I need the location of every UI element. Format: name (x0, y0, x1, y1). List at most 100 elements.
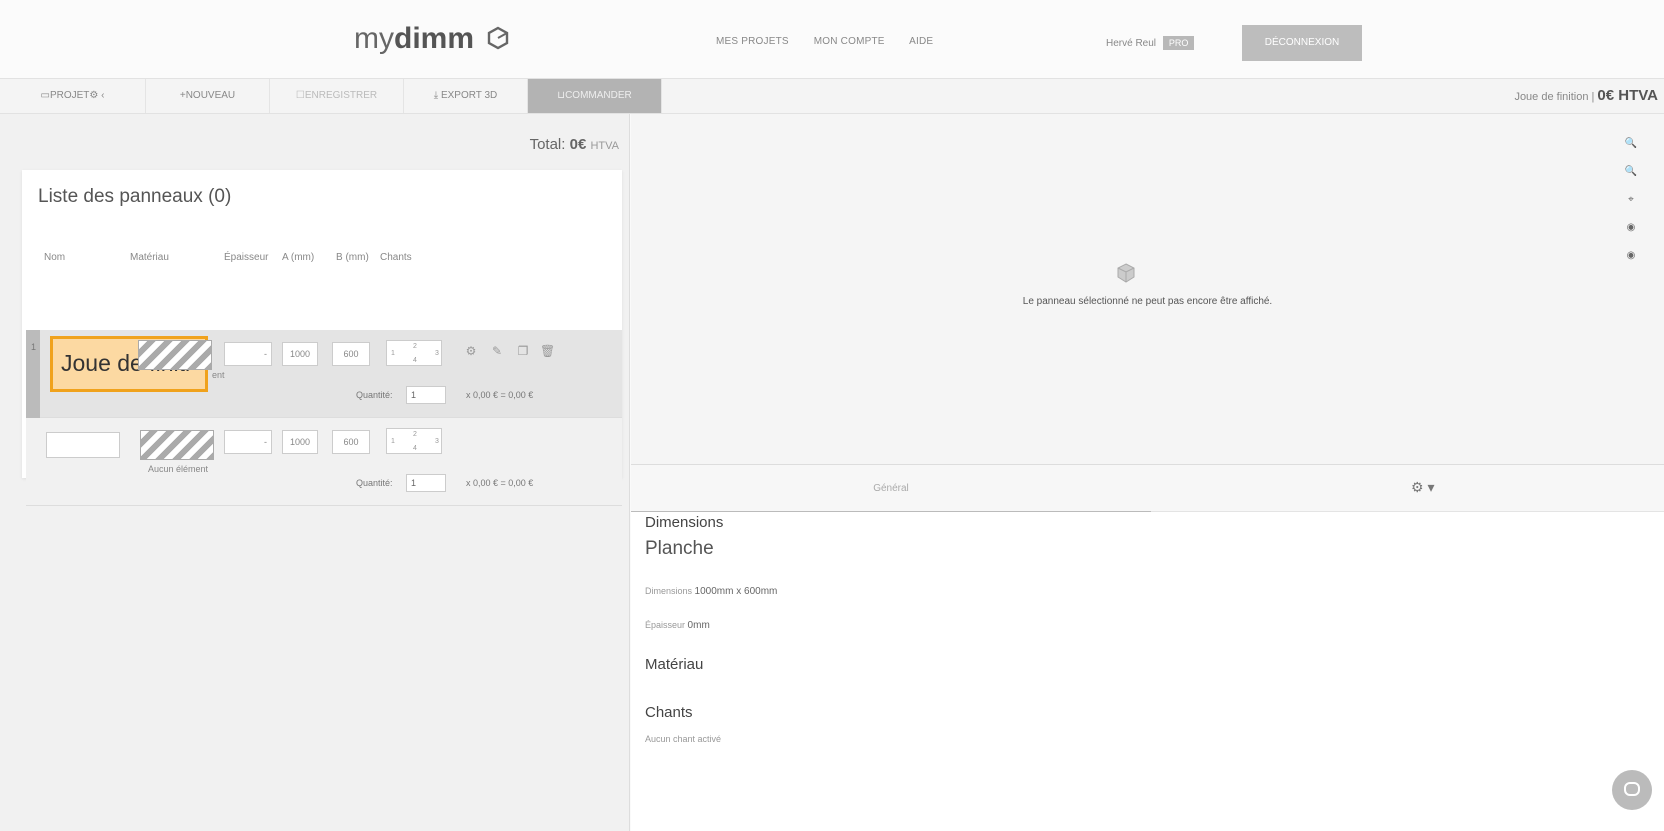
download-icon: ⤓ (433, 90, 439, 101)
chants-selector[interactable]: 2 1 3 4 (386, 428, 442, 454)
thickness-select[interactable]: - (224, 342, 272, 366)
new-button[interactable]: +NOUVEAU (146, 79, 270, 113)
chevron-left-icon[interactable]: ‹ (101, 90, 104, 101)
left-panel: Total: 0€ HTVA Liste des panneaux (0) No… (0, 114, 630, 831)
save-label: ENREGISTRER (304, 90, 378, 101)
chant-top: 2 (413, 431, 417, 438)
chant-left: 1 (391, 438, 395, 445)
material-swatch[interactable] (138, 340, 212, 370)
thickness-label: Épaisseur (645, 620, 686, 630)
dimension-b-input[interactable]: 600 (332, 342, 370, 366)
folder-icon: ▭ (40, 90, 50, 101)
tab-general[interactable]: Général (631, 465, 1151, 513)
detail-tabs: Général ⚙ ▾ (631, 464, 1664, 513)
chants-value: Aucun chant activé (645, 734, 722, 744)
chat-bubble-icon[interactable] (1612, 770, 1652, 810)
row-price: x 0,00 € = 0,00 € (466, 390, 534, 400)
export-3d-button[interactable]: ⤓ EXPORT 3D (404, 79, 528, 113)
dimension-a-input[interactable]: 1000 (282, 342, 318, 366)
zoom-out-icon[interactable]: 🔍 (1620, 158, 1642, 186)
center-icon[interactable]: ⌖ (1620, 186, 1642, 214)
pro-badge: PRO (1162, 36, 1195, 50)
material-label: Aucun élément (148, 464, 209, 474)
panel-list-title: Liste des panneaux (0) (38, 186, 232, 207)
details-panel: Dimensions Planche Dimensions 1000mm x 6… (631, 512, 1664, 831)
export-label: EXPORT 3D (440, 90, 498, 101)
rotate-icon[interactable]: ◉ (1620, 214, 1642, 242)
chant-bottom: 4 (413, 357, 417, 364)
table-row[interactable]: 1 Joue de finiti ent - 1000 600 2 1 3 4 … (26, 330, 622, 418)
material-heading: Matériau (645, 656, 704, 673)
total-value: 0€ (569, 136, 587, 153)
dimensions-heading: Dimensions (645, 514, 724, 531)
panel-price-value: 0€ HTVA (1597, 87, 1658, 104)
dimensions-label: Dimensions (645, 586, 693, 596)
quantity-input[interactable]: 1 (406, 474, 446, 492)
quantity-input[interactable]: 1 (406, 386, 446, 404)
chant-right: 3 (435, 438, 439, 445)
new-label: NOUVEAU (185, 90, 236, 101)
trash-icon[interactable]: 🗑 (540, 344, 555, 358)
material-swatch[interactable] (140, 430, 214, 460)
panel-price: Joue de finition | 0€ HTVA (1514, 79, 1658, 114)
nav-my-projects[interactable]: MES PROJETS (716, 36, 789, 47)
project-menu-button[interactable]: ▭PROJET⚙ ‹ (0, 79, 146, 113)
user-info: Hervé Reul PRO (1106, 36, 1195, 50)
quantity-label: Quantité: (356, 390, 393, 400)
order-label: COMMANDER (565, 90, 632, 101)
col-b: B (mm) (336, 252, 369, 263)
order-button[interactable]: ⊔COMMANDER (528, 79, 662, 113)
quantity-label: Quantité: (356, 478, 393, 488)
viewer-area[interactable]: Le panneau sélectionné ne peut pas encor… (631, 114, 1664, 464)
thickness-value: 0mm (687, 620, 710, 631)
chant-top: 2 (413, 343, 417, 350)
user-name[interactable]: Hervé Reul (1106, 38, 1156, 49)
dimensions-value: 1000mm x 600mm (694, 586, 778, 597)
panel-type: Planche (645, 538, 714, 559)
total-label: Total: (529, 136, 566, 153)
reset-view-icon[interactable]: ◉ (1620, 242, 1642, 270)
save-icon: ☐ (295, 90, 305, 101)
settings-dropdown-icon[interactable]: ⚙ ▾ (1411, 479, 1434, 496)
panel-list-card: Liste des panneaux (0) Nom Matériau Épai… (22, 170, 622, 506)
total-suffix: HTVA (590, 140, 619, 152)
thickness-row: Épaisseur 0mm (645, 620, 710, 631)
chants-heading: Chants (645, 704, 693, 721)
name-input[interactable] (46, 432, 120, 458)
settings-icon: ⚙ (89, 90, 99, 101)
viewer-controls: 🔍 🔍 ⌖ ◉ ◉ (1620, 130, 1642, 270)
chant-right: 3 (435, 350, 439, 357)
col-name: Nom (44, 252, 66, 263)
dimension-a-input[interactable]: 1000 (282, 430, 318, 454)
nav-my-account[interactable]: MON COMPTE (814, 36, 885, 47)
dimension-b-input[interactable]: 600 (332, 430, 370, 454)
zoom-in-icon[interactable]: 🔍 (1620, 130, 1642, 158)
table-row[interactable]: Aucun élément - 1000 600 2 1 3 4 Quantit… (26, 418, 622, 506)
row-price: x 0,00 € = 0,00 € (466, 478, 534, 488)
logo[interactable]: mydimm (354, 22, 510, 56)
cube-logo-icon (488, 26, 509, 50)
top-bar: mydimm MES PROJETS MON COMPTE AIDE Hervé… (0, 0, 1664, 78)
logo-text-light: my (354, 22, 394, 55)
col-material: Matériau (130, 252, 169, 263)
chant-left: 1 (391, 350, 395, 357)
logout-button[interactable]: DÉCONNEXION (1242, 25, 1362, 61)
thickness-select[interactable]: - (224, 430, 272, 454)
total: Total: 0€ HTVA (530, 136, 619, 153)
cart-icon: ⊔ (557, 90, 566, 101)
panel-name: Joue de finition | (1514, 91, 1595, 103)
copy-icon[interactable]: ❐ (516, 344, 530, 358)
column-headers: Nom Matériau Épaisseur A (mm) B (mm) Cha… (22, 246, 622, 270)
chants-selector[interactable]: 2 1 3 4 (386, 340, 442, 366)
row-index: 1 (31, 342, 37, 352)
dimensions-row: Dimensions 1000mm x 600mm (645, 586, 777, 597)
gear-icon[interactable]: ⚙ (464, 344, 478, 358)
chant-bottom: 4 (413, 445, 417, 452)
material-label: ent (212, 370, 225, 380)
col-a: A (mm) (282, 252, 315, 263)
edit-icon[interactable]: ✎ (490, 344, 504, 358)
nav-help[interactable]: AIDE (909, 36, 933, 47)
save-button[interactable]: ☐ENREGISTRER (270, 79, 404, 113)
cube-icon (1117, 263, 1135, 283)
project-label: PROJET (49, 90, 90, 101)
